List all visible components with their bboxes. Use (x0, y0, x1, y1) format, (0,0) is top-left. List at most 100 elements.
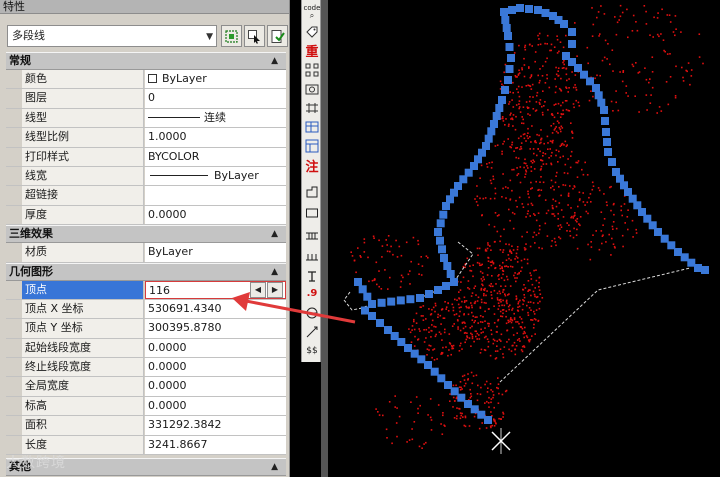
corner-button[interactable] (302, 182, 322, 201)
vertex-grip[interactable] (505, 43, 514, 51)
section-general[interactable]: 常规 ▲ (6, 52, 286, 70)
vertex-grip[interactable] (384, 326, 392, 334)
circle-button[interactable] (302, 303, 322, 322)
diagonal-button[interactable] (302, 322, 322, 341)
property-value-color[interactable]: ByLayer (145, 70, 286, 89)
vertex-grip[interactable] (482, 142, 490, 150)
vertex-grip[interactable] (594, 91, 603, 100)
vertex-grip[interactable] (505, 65, 514, 73)
pickadd-toggle-button[interactable] (221, 25, 242, 47)
property-row-material[interactable]: 材质 ByLayer (6, 243, 286, 263)
text-style-button[interactable] (302, 266, 322, 285)
property-row-end-width[interactable]: 终止线段宽度 0.0000 (6, 358, 286, 378)
vertex-grip[interactable] (516, 4, 524, 12)
property-value[interactable]: 331292.3842 (145, 416, 286, 435)
collapse-caret-icon[interactable]: ▲ (271, 459, 278, 475)
property-row-color[interactable]: 颜色 ByLayer (6, 70, 286, 90)
vertex-grip[interactable] (406, 295, 415, 304)
vertex-grip[interactable] (525, 5, 533, 13)
property-row-vertex-y[interactable]: 顶点 Y 坐标 300395.8780 (6, 319, 286, 339)
vertex-grip[interactable] (363, 292, 372, 301)
vertex-grip[interactable] (501, 86, 509, 94)
vertex-grip[interactable] (438, 245, 446, 254)
vertex-grip[interactable] (500, 8, 508, 16)
property-value[interactable]: BYCOLOR (145, 147, 286, 166)
property-value[interactable]: 530691.4340 (145, 299, 286, 319)
select-objects-button[interactable] (244, 25, 265, 47)
baseline-button[interactable] (302, 246, 322, 265)
vertex-grip[interactable] (446, 270, 455, 278)
property-row-lineweight[interactable]: 线宽 ByLayer (6, 166, 286, 187)
property-row-start-width[interactable]: 起始线段宽度 0.0000 (6, 338, 286, 359)
code-button[interactable]: code ⌕ (302, 2, 322, 21)
vertex-grip[interactable] (436, 219, 445, 228)
property-row-elevation[interactable]: 标高 0.0000 (6, 396, 286, 417)
vertex-grip[interactable] (490, 120, 498, 128)
stepper-right-icon[interactable]: ▶ (267, 281, 283, 298)
vertex-grip[interactable] (560, 20, 568, 28)
property-row-vertex-x[interactable]: 顶点 X 坐标 530691.4340 (6, 299, 286, 320)
property-value[interactable]: 1.0000 (145, 128, 286, 147)
grid-button[interactable] (302, 60, 322, 79)
vertex-grip[interactable] (377, 298, 386, 307)
vertex-grip[interactable] (502, 24, 511, 32)
property-row-linetype-scale[interactable]: 线型比例 1.0000 (6, 128, 286, 148)
vertex-grip[interactable] (597, 98, 606, 107)
vertex-grip[interactable] (604, 148, 612, 156)
vertex-grip[interactable] (442, 282, 450, 290)
property-row-plot-style[interactable]: 打印样式 BYCOLOR (6, 147, 286, 167)
vertex-grip[interactable] (568, 40, 576, 48)
property-row-thickness[interactable]: 厚度 0.0000 (6, 205, 286, 226)
property-value[interactable]: 0.0000 (145, 396, 286, 416)
rectangle-button[interactable] (302, 203, 322, 222)
stepper-left-icon[interactable]: ◀ (250, 281, 266, 298)
vertex-grip[interactable] (508, 6, 516, 14)
vertex-grip[interactable] (450, 278, 458, 286)
vertex-grip[interactable] (592, 84, 600, 92)
layout-button[interactable] (302, 136, 322, 155)
vertex-grip[interactable] (601, 117, 609, 125)
vertex-grip[interactable] (602, 128, 610, 136)
collapse-caret-icon[interactable]: ▲ (271, 53, 278, 69)
vertex-grip[interactable] (600, 106, 608, 114)
vertex-grip[interactable] (368, 300, 376, 308)
vertex-grip[interactable] (498, 96, 506, 104)
property-value[interactable]: 0.0000 (145, 377, 286, 396)
vertex-grip[interactable] (358, 285, 367, 294)
dimension-button[interactable] (302, 98, 322, 117)
vertex-grip[interactable] (376, 319, 384, 327)
property-row-linetype[interactable]: 线型 连续 (6, 108, 286, 129)
vertex-grip[interactable] (416, 294, 424, 302)
vertex-grip[interactable] (425, 290, 433, 298)
vertex-grip[interactable] (504, 76, 512, 84)
collapse-caret-icon[interactable]: ▲ (271, 226, 278, 242)
dollar-button[interactable]: $$ (302, 341, 322, 360)
property-row-vertex[interactable]: 顶点 116 ◀ ▶ (6, 280, 286, 300)
vertex-grip[interactable] (440, 254, 448, 262)
vertex-grip[interactable] (354, 278, 362, 286)
property-row-area[interactable]: 面积 331292.3842 (6, 416, 286, 436)
vertex-grip[interactable] (396, 296, 405, 305)
property-value[interactable]: 0 (145, 89, 286, 108)
property-value[interactable]: 300395.8780 (145, 319, 286, 338)
vertex-grip[interactable] (484, 134, 493, 143)
vertex-grip[interactable] (387, 297, 396, 306)
property-row-hyperlink[interactable]: 超链接 (6, 186, 286, 206)
vertex-grip[interactable] (368, 312, 376, 320)
vertex-grip[interactable] (487, 127, 496, 136)
vertex-grip[interactable] (694, 264, 702, 272)
drawing-canvas[interactable] (328, 0, 720, 477)
collapse-caret-icon[interactable]: ▲ (271, 264, 278, 280)
property-value-linetype[interactable]: 连续 (145, 108, 286, 128)
object-type-dropdown[interactable]: 多段线 ▼ (7, 25, 217, 47)
property-value[interactable]: 3241.8667 (145, 435, 286, 455)
vertex-grip[interactable] (541, 9, 550, 17)
vertex-grip[interactable] (495, 104, 504, 112)
quick-select-button[interactable] (267, 25, 288, 47)
toolbar-scroll-strip[interactable] (321, 0, 328, 477)
vertex-grip[interactable] (361, 306, 369, 315)
vertex-grip[interactable] (701, 266, 709, 274)
vertex-grip[interactable] (568, 28, 576, 36)
property-value-lineweight[interactable]: ByLayer (145, 166, 286, 186)
vertex-grip[interactable] (436, 236, 444, 245)
